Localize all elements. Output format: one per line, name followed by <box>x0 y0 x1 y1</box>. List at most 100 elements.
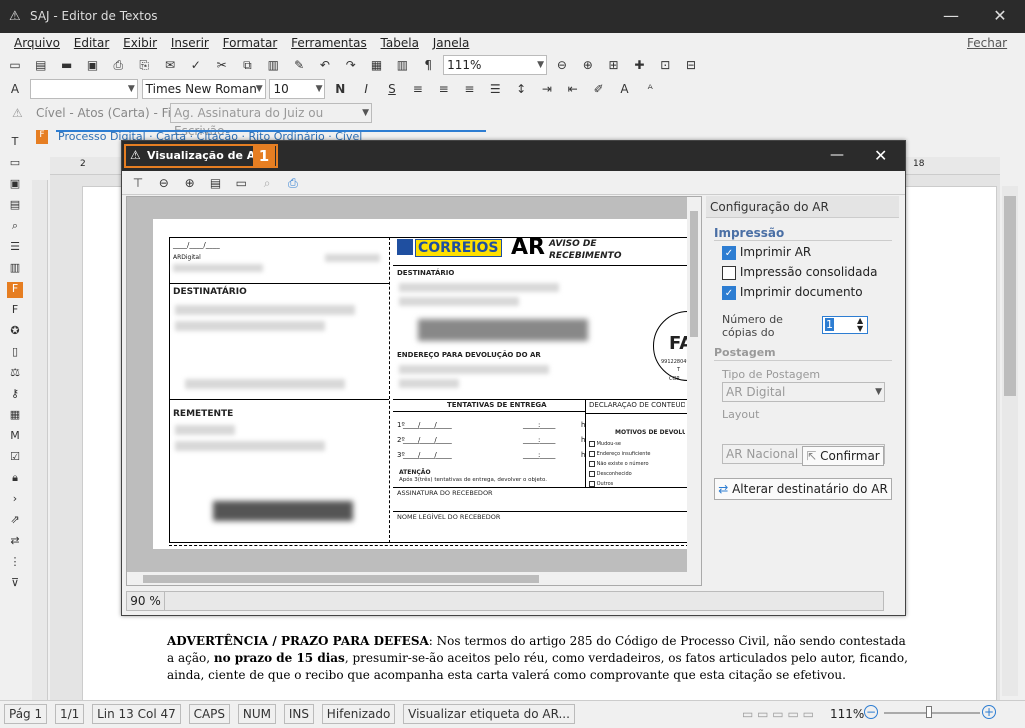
queue-combo[interactable]: Ag. Assinatura do Juiz ou Escrivão▼ <box>170 103 372 138</box>
paste-icon[interactable]: ▥ <box>265 57 281 73</box>
stamp-icon[interactable]: ▭ <box>7 156 23 172</box>
doc-scrollbar[interactable] <box>1002 186 1018 696</box>
award-icon[interactable]: ✪ <box>7 324 23 340</box>
superscript-icon[interactable]: ᴬ <box>642 81 658 97</box>
link-icon[interactable]: ⇄ <box>7 534 23 550</box>
italic-icon[interactable]: I <box>358 81 374 97</box>
dialog-minimize-button[interactable]: — <box>830 147 844 163</box>
zoom-slider[interactable] <box>884 712 980 714</box>
text-tool-icon[interactable]: T <box>7 135 23 151</box>
align-center-icon[interactable]: ≡ <box>436 81 452 97</box>
merge-icon[interactable]: ⊟ <box>683 57 699 73</box>
m-icon[interactable]: M <box>7 429 23 445</box>
copy-doc-icon[interactable]: ▤ <box>7 198 23 214</box>
columns-icon[interactable]: ▥ <box>394 57 410 73</box>
copies-stepper[interactable]: 1 ▲ ▼ <box>822 316 868 334</box>
close-button[interactable]: ✕ <box>990 6 1010 26</box>
posting-type-select[interactable]: AR Digital ▼ <box>722 382 885 402</box>
undo-icon[interactable]: ↶ <box>317 57 333 73</box>
menu-tabela[interactable]: Tabela <box>381 36 419 50</box>
preview-vscroll-thumb[interactable] <box>690 211 698 337</box>
checkbox-unchecked-icon[interactable] <box>722 265 736 280</box>
copy-icon[interactable]: ⧉ <box>239 57 255 73</box>
menu-janela[interactable]: Janela <box>433 36 470 50</box>
underline-icon[interactable]: S <box>384 81 400 97</box>
size-combo[interactable]: 10 ▼ <box>269 79 326 99</box>
dialog-close-button[interactable]: ✕ <box>874 146 887 165</box>
pin-icon[interactable]: ⊤ <box>130 175 146 191</box>
align-right-icon[interactable]: ≡ <box>461 81 477 97</box>
confirm-button[interactable]: ⇱ Confirmar <box>802 446 884 466</box>
opt-consolidated[interactable]: Impressão consolidada <box>722 265 878 280</box>
save-icon[interactable]: ▣ <box>84 57 100 73</box>
folder-icon[interactable]: ▬ <box>59 57 75 73</box>
style-combo[interactable]: ▼ <box>29 79 138 99</box>
open-icon[interactable]: ▤ <box>33 57 49 73</box>
dialog-print-icon[interactable]: ⎙ <box>285 175 301 191</box>
status-view-label[interactable]: Visualizar etiqueta do AR... <box>403 704 575 724</box>
opt-print-document[interactable]: ✓ Imprimir documento <box>722 285 863 300</box>
highlight-icon[interactable]: ✐ <box>591 81 607 97</box>
key-icon[interactable]: ⚷ <box>7 387 23 403</box>
stepper-down-icon[interactable]: ▼ <box>857 324 863 333</box>
spellcheck-icon[interactable]: ✓ <box>188 57 204 73</box>
dialog-zoom-out-icon[interactable]: ⊖ <box>156 175 172 191</box>
zoom-slider-handle[interactable] <box>926 706 932 718</box>
preview-hscroll[interactable] <box>127 572 701 585</box>
menu-ferramentas[interactable]: Ferramentas <box>291 36 367 50</box>
spacing-icon[interactable]: ↕ <box>513 81 529 97</box>
list-icon[interactable]: ☰ <box>7 240 23 256</box>
font-combo[interactable]: Times New Roman ▼ <box>141 79 266 99</box>
fechar-link[interactable]: Fechar <box>967 36 1007 50</box>
new-doc-icon[interactable]: ▭ <box>7 57 23 73</box>
filter-icon[interactable]: ⊽ <box>7 576 23 592</box>
preview-vscroll[interactable] <box>687 197 701 572</box>
table-icon[interactable]: ▦ <box>369 57 385 73</box>
menu-exibir[interactable]: Exibir <box>123 36 157 50</box>
page-view-icon[interactable]: ▤ <box>207 175 223 191</box>
doc-scroll-thumb[interactable] <box>1004 196 1016 396</box>
pilcrow-icon[interactable]: ¶ <box>420 57 436 73</box>
search-doc-icon[interactable]: ⌕ <box>7 219 23 235</box>
menu-formatar[interactable]: Formatar <box>223 36 278 50</box>
notes-icon[interactable]: ▥ <box>7 261 23 277</box>
fit-page-icon[interactable]: ▭ <box>233 175 249 191</box>
preview-hscroll-thumb[interactable] <box>143 575 539 583</box>
document-icon[interactable]: ▯ <box>7 345 23 361</box>
form-icon[interactable]: F <box>7 303 23 319</box>
menu-arquivo[interactable]: Arquivo <box>14 36 60 50</box>
calendar-icon[interactable]: ▦ <box>7 408 23 424</box>
align-left-icon[interactable]: ≡ <box>410 81 426 97</box>
cut-icon[interactable]: ✂ <box>214 57 230 73</box>
font-color-icon[interactable]: A <box>616 81 632 97</box>
share-icon[interactable]: ⋮ <box>7 555 23 571</box>
process-icon[interactable]: F <box>7 282 23 298</box>
cell-icon[interactable]: ⊡ <box>657 57 673 73</box>
bold-icon[interactable]: N <box>332 81 348 97</box>
indent-icon[interactable]: ⇥ <box>539 81 555 97</box>
outdent-icon[interactable]: ⇤ <box>565 81 581 97</box>
change-recipient-button[interactable]: ⇄ Alterar destinatário do AR <box>714 478 892 500</box>
lock-icon[interactable]: 🔒︎ <box>7 471 23 487</box>
checkbox-checked-icon[interactable]: ✓ <box>722 245 736 260</box>
view-icons[interactable]: ▭ ▭ ▭ ▭ ▭ <box>742 707 814 721</box>
grid-icon[interactable]: ⊞ <box>606 57 622 73</box>
justify-icon[interactable]: ☰ <box>487 81 503 97</box>
zoom-out-button[interactable]: − <box>864 705 878 719</box>
zoom-in-button[interactable]: + <box>982 705 996 719</box>
checklist-icon[interactable]: ☑ <box>7 450 23 466</box>
redo-icon[interactable]: ↷ <box>343 57 359 73</box>
email-icon[interactable]: ✉ <box>162 57 178 73</box>
checkbox-checked-icon[interactable]: ✓ <box>722 285 736 300</box>
copies-value[interactable]: 1 <box>825 318 834 331</box>
style-icon[interactable]: A <box>7 81 23 97</box>
dialog-zoom-in-icon[interactable]: ⊕ <box>182 175 198 191</box>
print-icon[interactable]: ⎙ <box>110 57 126 73</box>
plus-icon[interactable]: ✚ <box>631 57 647 73</box>
clip-icon[interactable]: ▣ <box>7 177 23 193</box>
zoom-in-icon[interactable]: ⊕ <box>580 57 596 73</box>
more-icon[interactable]: › <box>7 492 23 508</box>
zoom-combo[interactable]: 111% ▼ <box>443 55 548 75</box>
opt-print-ar[interactable]: ✓ Imprimir AR <box>722 245 811 260</box>
format-painter-icon[interactable]: ✎ <box>291 57 307 73</box>
